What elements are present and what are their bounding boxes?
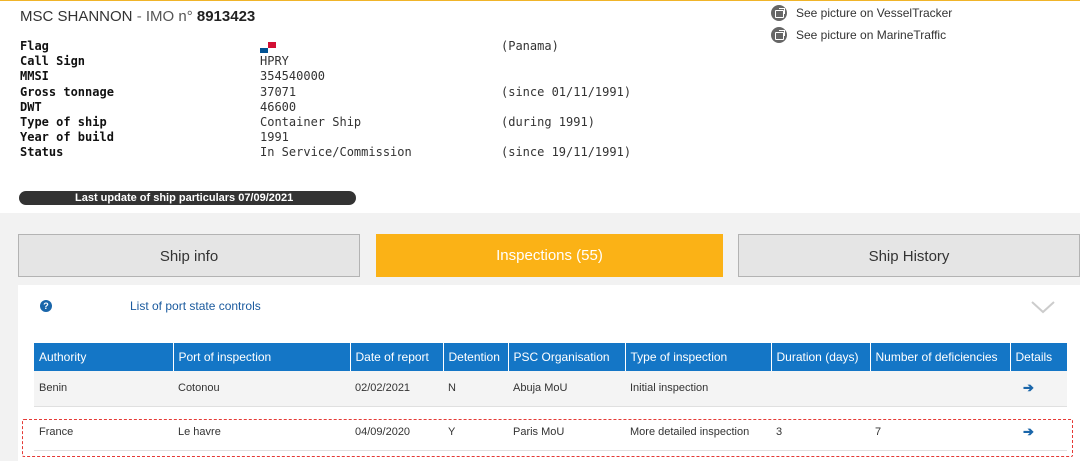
particular-value: 1991	[260, 130, 289, 145]
particular-extra: (since 19/11/1991)	[501, 145, 632, 160]
title-separator: -	[136, 8, 142, 25]
imo-number: 8913423	[196, 8, 256, 25]
table-spacer	[34, 406, 1067, 415]
particular-label: MMSI	[20, 69, 49, 84]
arrow-right-icon[interactable]: ➔	[1015, 424, 1034, 439]
particular-label: Year of build	[20, 130, 114, 145]
column-header[interactable]: Details	[1010, 343, 1067, 371]
details-cell: ➔	[1010, 415, 1067, 451]
inspections-table: Authority Port of inspection Date of rep…	[34, 343, 1067, 451]
vesseltracker-link-label: See picture on VesselTracker	[796, 6, 953, 20]
table-cell: France	[34, 415, 173, 451]
table-cell: 02/02/2021	[350, 371, 443, 407]
chevron-down-icon[interactable]	[1031, 296, 1055, 320]
list-title: List of port state controls	[130, 299, 261, 313]
particular-extra: (during 1991)	[501, 114, 595, 129]
table-cell: 7	[870, 415, 1010, 451]
column-header[interactable]: Authority	[34, 343, 174, 371]
column-header[interactable]: Date of report	[350, 343, 444, 371]
particular-value: 354540000	[260, 69, 326, 84]
particular-label: Flag	[20, 39, 49, 53]
external-links: See picture on VesselTracker See picture…	[771, 4, 952, 48]
tab-inspections[interactable]: Inspections (55)	[376, 234, 723, 277]
column-header[interactable]: Duration (days)	[771, 343, 871, 371]
marinetraffic-link-label: See picture on MarineTraffic	[796, 28, 947, 42]
arrow-right-icon[interactable]: ➔	[1015, 380, 1034, 395]
table-row[interactable]: France Le havre 04/09/2020 Y Paris MoU M…	[34, 415, 1067, 451]
tab-ship-history[interactable]: Ship History	[738, 234, 1080, 277]
particular-value: Container Ship	[260, 114, 362, 129]
ship-name: MSC SHANNON	[20, 8, 133, 25]
help-icon[interactable]: ?	[40, 300, 52, 312]
tab-ship-info[interactable]: Ship info	[18, 234, 360, 277]
table-cell: Cotonou	[173, 371, 350, 407]
particular-label: Gross tonnage	[20, 84, 114, 99]
table-header-row: Authority Port of inspection Date of rep…	[34, 343, 1067, 371]
table-row[interactable]: Benin Cotonou 02/02/2021 N Abuja MoU Ini…	[34, 371, 1067, 407]
details-cell: ➔	[1010, 371, 1067, 407]
table-cell: Y	[443, 415, 508, 451]
imo-label: IMO n°	[145, 8, 193, 25]
particular-label: Call Sign	[20, 54, 86, 69]
marinetraffic-link[interactable]: See picture on MarineTraffic	[771, 26, 952, 44]
top-accent-line	[0, 0, 1080, 1]
column-header[interactable]: Number of deficiencies	[870, 343, 1011, 371]
table-cell: Paris MoU	[508, 415, 625, 451]
table-cell: More detailed inspection	[625, 415, 771, 451]
column-header[interactable]: PSC Organisation	[508, 343, 626, 371]
particular-value: 37071	[260, 84, 297, 99]
table-cell: Abuja MoU	[508, 371, 625, 407]
vesseltracker-link[interactable]: See picture on VesselTracker	[771, 4, 952, 22]
table-cell: Le havre	[173, 415, 350, 451]
ship-title: MSC SHANNON - IMO n° 8913423	[20, 8, 255, 25]
particular-extra: (Panama)	[501, 39, 559, 53]
table-cell: Benin	[34, 371, 173, 407]
external-link-icon	[771, 27, 787, 43]
column-header[interactable]: Detention	[443, 343, 509, 371]
particular-extra: (since 01/11/1991)	[501, 84, 632, 99]
table-cell: 04/09/2020	[350, 415, 443, 451]
table-cell: Initial inspection	[625, 371, 771, 407]
last-update-badge: Last update of ship particulars 07/09/20…	[19, 191, 356, 205]
particular-label: Type of ship	[20, 114, 107, 129]
particular-value: HPRY	[260, 54, 289, 69]
panama-flag-icon	[260, 42, 276, 53]
table-cell: 3	[771, 415, 870, 451]
external-link-icon	[771, 5, 787, 21]
particular-value: In Service/Commission	[260, 145, 412, 160]
column-header[interactable]: Type of inspection	[625, 343, 772, 371]
column-header[interactable]: Port of inspection	[173, 343, 351, 371]
particular-value: 46600	[260, 99, 297, 114]
table-cell	[870, 371, 1010, 407]
particular-label: DWT	[20, 99, 42, 114]
table-cell: N	[443, 371, 508, 407]
particular-label: Status	[20, 145, 64, 160]
table-cell	[771, 371, 870, 407]
